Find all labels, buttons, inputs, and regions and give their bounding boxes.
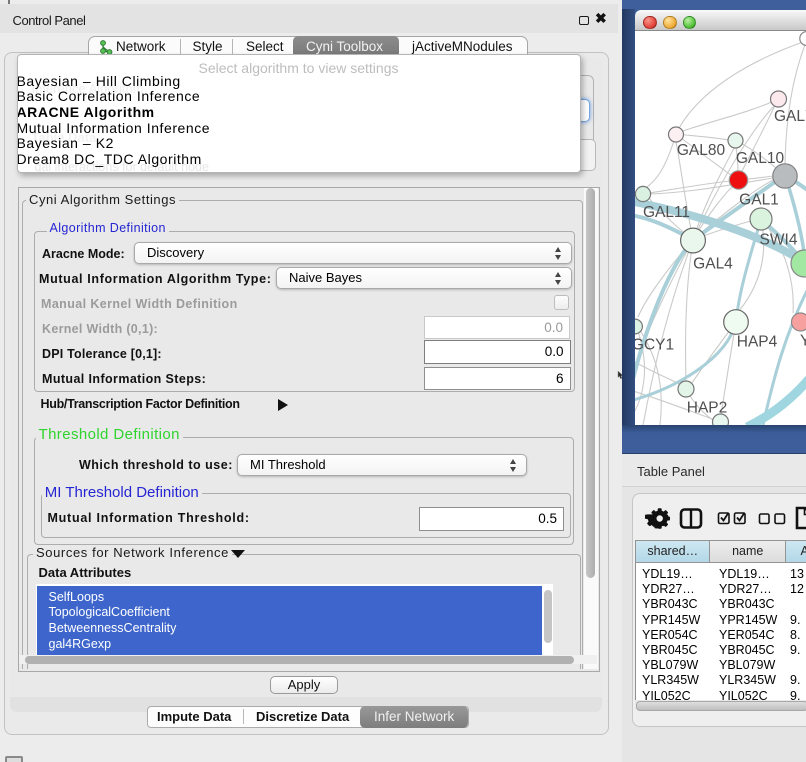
svg-text:GAL4: GAL4 xyxy=(693,256,733,273)
svg-text:GAL80: GAL80 xyxy=(676,142,725,159)
svg-text:SWI4: SWI4 xyxy=(759,232,797,249)
svg-text:HAP4: HAP4 xyxy=(736,334,777,351)
svg-text:GCY1: GCY1 xyxy=(635,337,674,354)
svg-text:GAL7: GAL7 xyxy=(774,108,806,125)
svg-text:YMR: YMR xyxy=(800,333,806,350)
svg-text:HAP2: HAP2 xyxy=(686,400,727,417)
svg-text:GAL1: GAL1 xyxy=(739,192,779,209)
svg-text:GAL10: GAL10 xyxy=(735,150,784,167)
svg-text:GAL11: GAL11 xyxy=(642,204,689,221)
